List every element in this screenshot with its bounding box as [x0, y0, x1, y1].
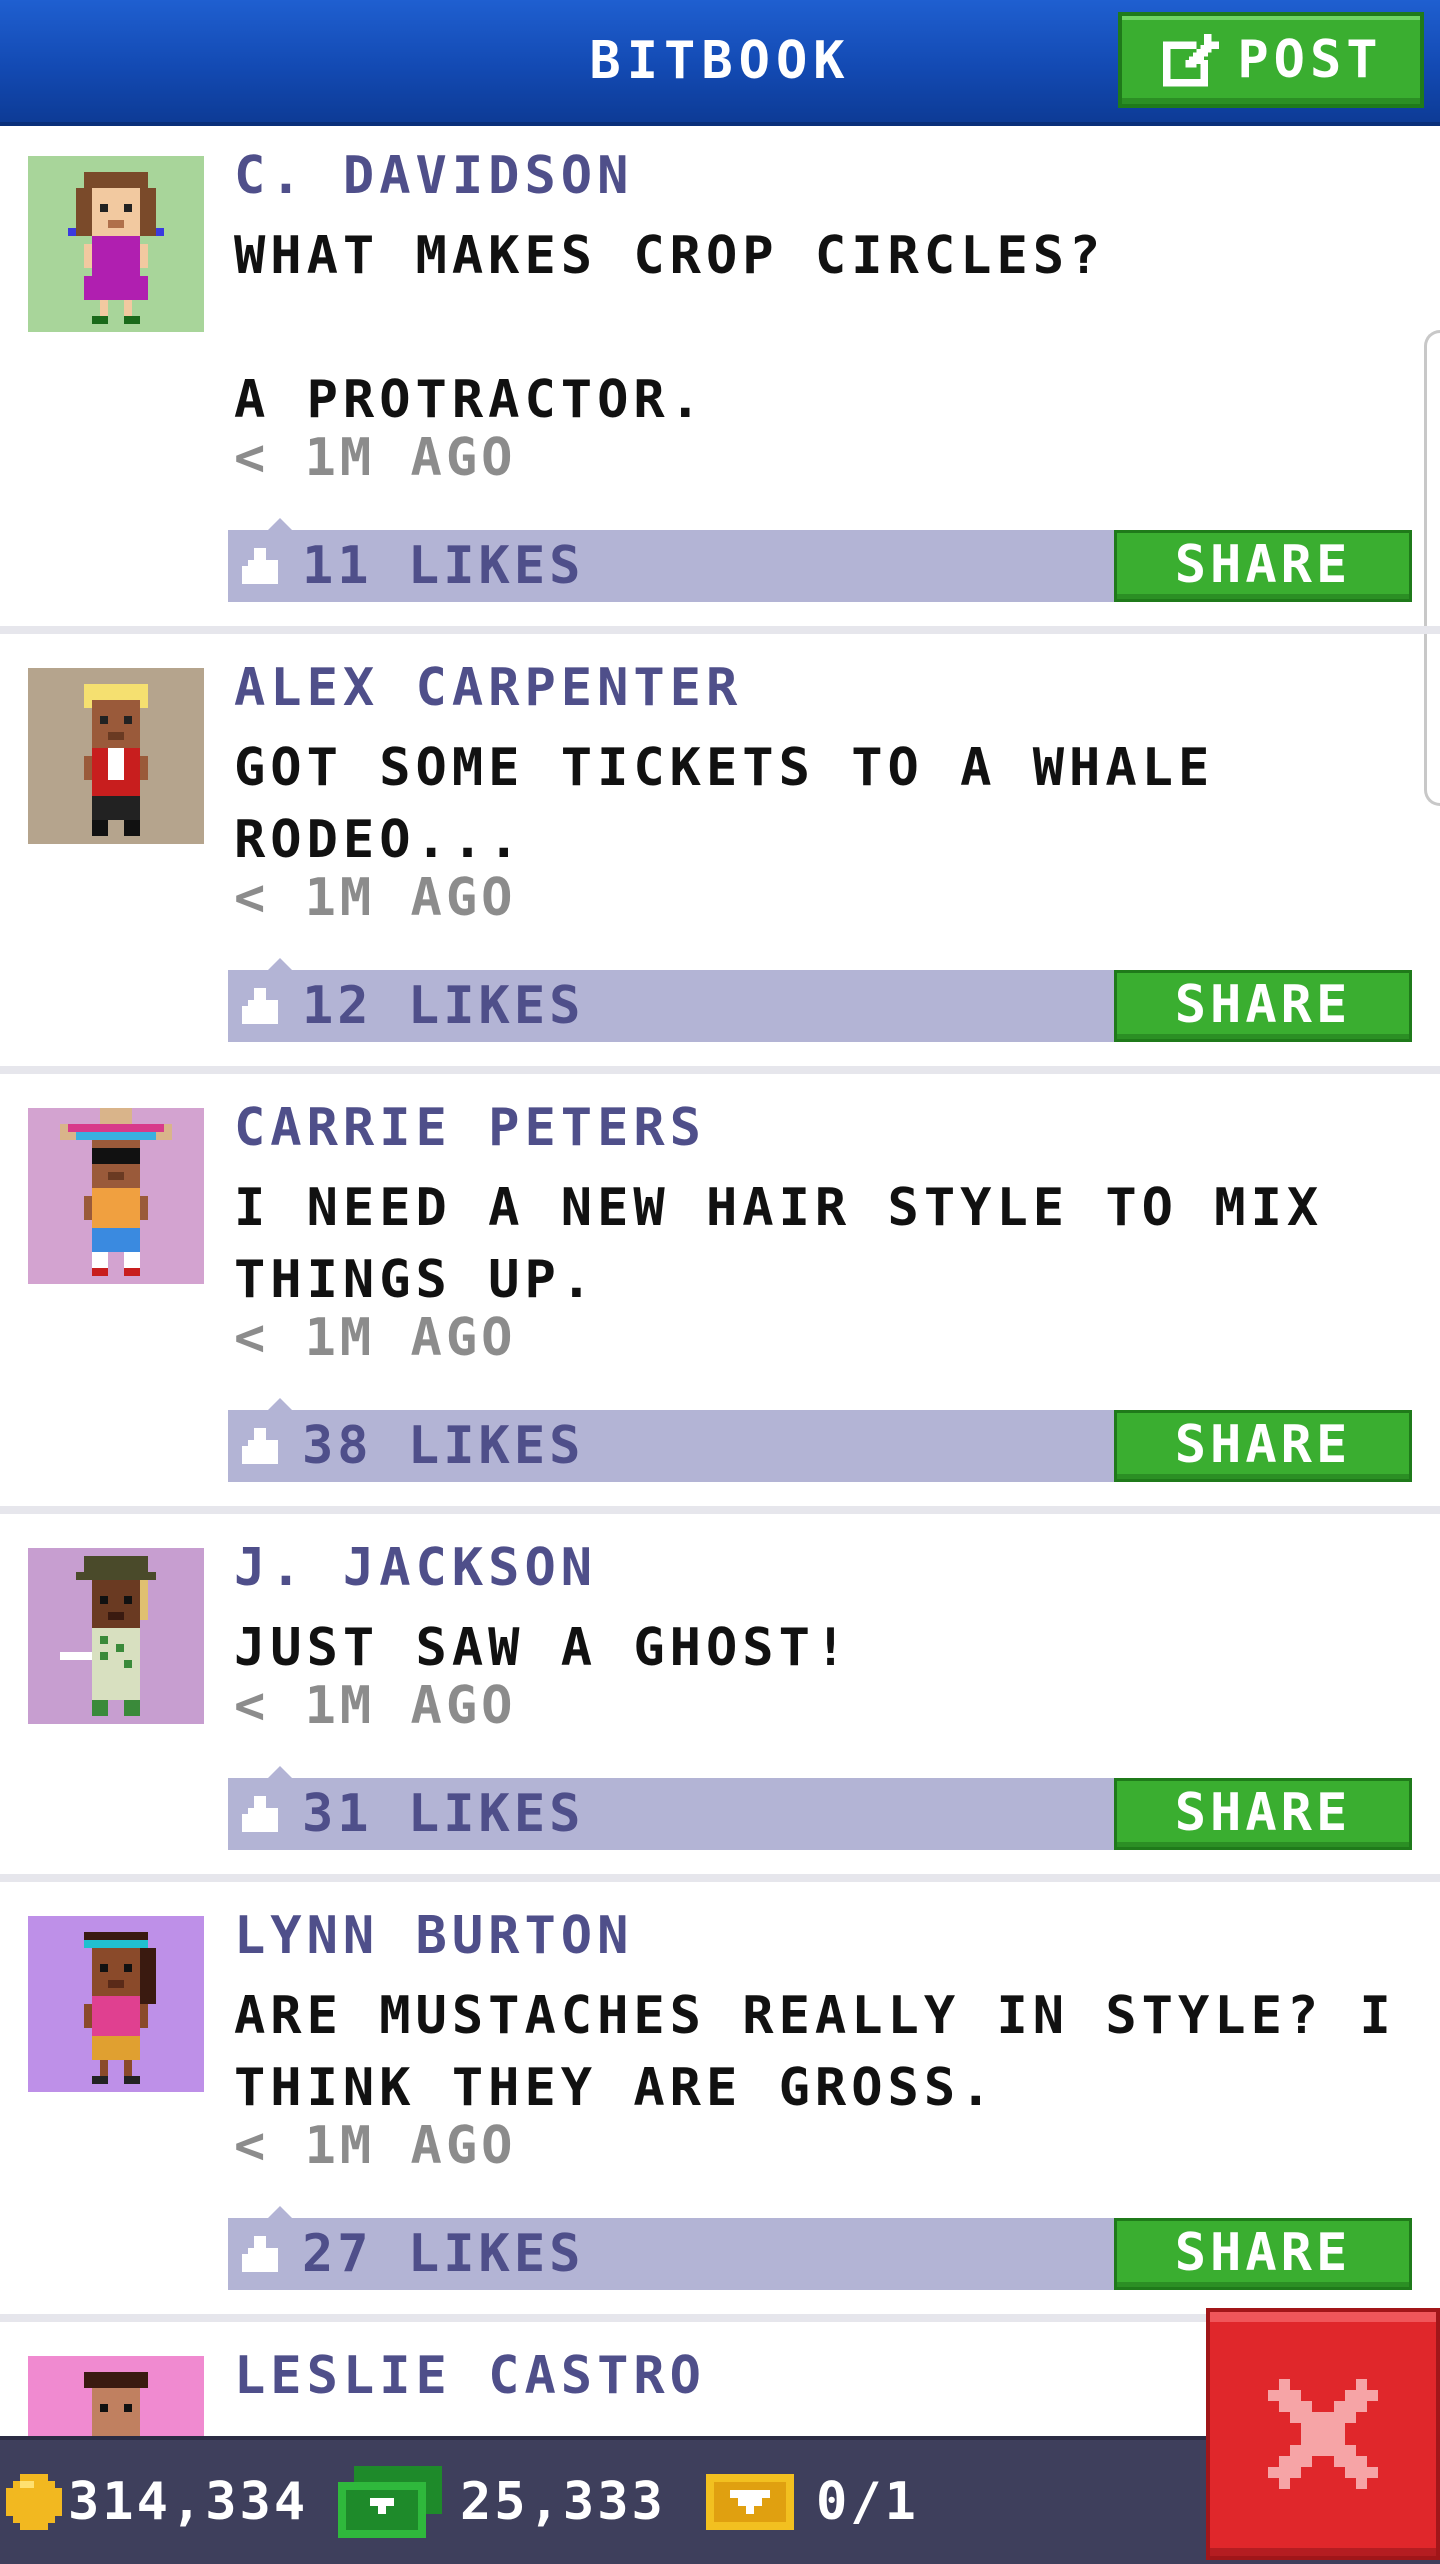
close-icon — [1268, 2379, 1378, 2489]
post-author[interactable]: J. JACKSON — [234, 1538, 597, 1598]
share-button[interactable]: SHARE — [1114, 970, 1412, 1042]
app-header: BITBOOK POST — [0, 0, 1440, 126]
post-author[interactable]: LYNN BURTON — [234, 1906, 633, 1966]
divider — [0, 626, 1440, 634]
thumbs-up-icon — [242, 1428, 278, 1464]
likes-bar[interactable]: 31 LIKES SHARE — [228, 1766, 1412, 1850]
post-author[interactable]: CARRIE PETERS — [234, 1098, 706, 1158]
thumbs-up-icon — [242, 988, 278, 1024]
share-button[interactable]: SHARE — [1114, 2218, 1412, 2290]
feed: C. DAVIDSON WHAT MAKES CROP CIRCLES? A P… — [0, 122, 1440, 2522]
post-author[interactable]: LESLIE CASTRO — [234, 2346, 706, 2406]
blond-man-red-vest-avatar-icon[interactable] — [28, 668, 204, 844]
post-button[interactable]: POST — [1118, 12, 1424, 108]
post-message: ARE MUSTACHES REALLY IN STYLE? I THINK T… — [234, 1986, 1396, 2118]
post-message: WHAT MAKES CROP CIRCLES? A PROTRACTOR. — [234, 226, 1106, 430]
divider — [0, 1066, 1440, 1074]
post-time: < 1M AGO — [234, 1308, 517, 1368]
post-time: < 1M AGO — [234, 868, 517, 928]
likes-bar[interactable]: 38 LIKES SHARE — [228, 1398, 1412, 1482]
bux-value: 25,333 — [460, 2472, 666, 2532]
post-message: GOT SOME TICKETS TO A WHALE RODEO... ONL… — [234, 738, 1215, 870]
share-button[interactable]: SHARE — [1114, 1410, 1412, 1482]
like-count: 12 LIKES — [302, 976, 585, 1036]
like-count: 31 LIKES — [302, 1784, 585, 1844]
ticket-icon — [706, 2474, 794, 2530]
thumbs-up-icon — [242, 548, 278, 584]
post-author[interactable]: C. DAVIDSON — [234, 146, 633, 206]
post-time: < 1M AGO — [234, 2116, 517, 2176]
sombrero-sunglasses-avatar-icon[interactable] — [28, 1108, 204, 1284]
coins-display: 314,334 — [6, 2440, 308, 2564]
divider — [0, 1874, 1440, 1882]
close-button[interactable] — [1206, 2308, 1440, 2560]
likes-bar[interactable]: 12 LIKES SHARE — [228, 958, 1412, 1042]
compose-icon — [1163, 33, 1220, 87]
share-button[interactable]: SHARE — [1114, 530, 1412, 602]
like-count: 38 LIKES — [302, 1416, 585, 1476]
safari-hat-avatar-icon[interactable] — [28, 1548, 204, 1724]
post-time: < 1M AGO — [234, 1676, 517, 1736]
post-time: < 1M AGO — [234, 428, 517, 488]
thumbs-up-icon — [242, 2236, 278, 2272]
bux-display: 25,333 — [338, 2440, 666, 2564]
girl-purple-dress-avatar-icon[interactable] — [28, 156, 204, 332]
likes-bar[interactable]: 27 LIKES SHARE — [228, 2206, 1412, 2290]
post-message: I NEED A NEW HAIR STYLE TO MIX THINGS UP… — [234, 1178, 1324, 1310]
coins-value: 314,334 — [68, 2472, 309, 2532]
thumbs-up-icon — [242, 1796, 278, 1832]
coin-icon — [6, 2474, 62, 2530]
post-author[interactable]: ALEX CARPENTER — [234, 658, 742, 718]
tickets-display: 0/1 — [706, 2440, 919, 2564]
post-message: JUST SAW A GHOST! — [234, 1618, 852, 1678]
share-button[interactable]: SHARE — [1114, 1778, 1412, 1850]
feed-post: C. DAVIDSON WHAT MAKES CROP CIRCLES? A P… — [0, 122, 1440, 626]
feed-post: J. JACKSON JUST SAW A GHOST! < 1M AGO 31… — [0, 1514, 1440, 1874]
likes-bar[interactable]: 11 LIKES SHARE — [228, 518, 1412, 602]
bux-icon — [338, 2466, 442, 2538]
like-count: 11 LIKES — [302, 536, 585, 596]
divider — [0, 1506, 1440, 1514]
feed-post: ALEX CARPENTER GOT SOME TICKETS TO A WHA… — [0, 634, 1440, 1066]
tickets-value: 0/1 — [816, 2472, 919, 2532]
feed-post: LYNN BURTON ARE MUSTACHES REALLY IN STYL… — [0, 1882, 1440, 2314]
post-button-label: POST — [1237, 30, 1383, 90]
feed-post: CARRIE PETERS I NEED A NEW HAIR STYLE TO… — [0, 1074, 1440, 1506]
headband-girl-avatar-icon[interactable] — [28, 1916, 204, 2092]
like-count: 27 LIKES — [302, 2224, 585, 2284]
